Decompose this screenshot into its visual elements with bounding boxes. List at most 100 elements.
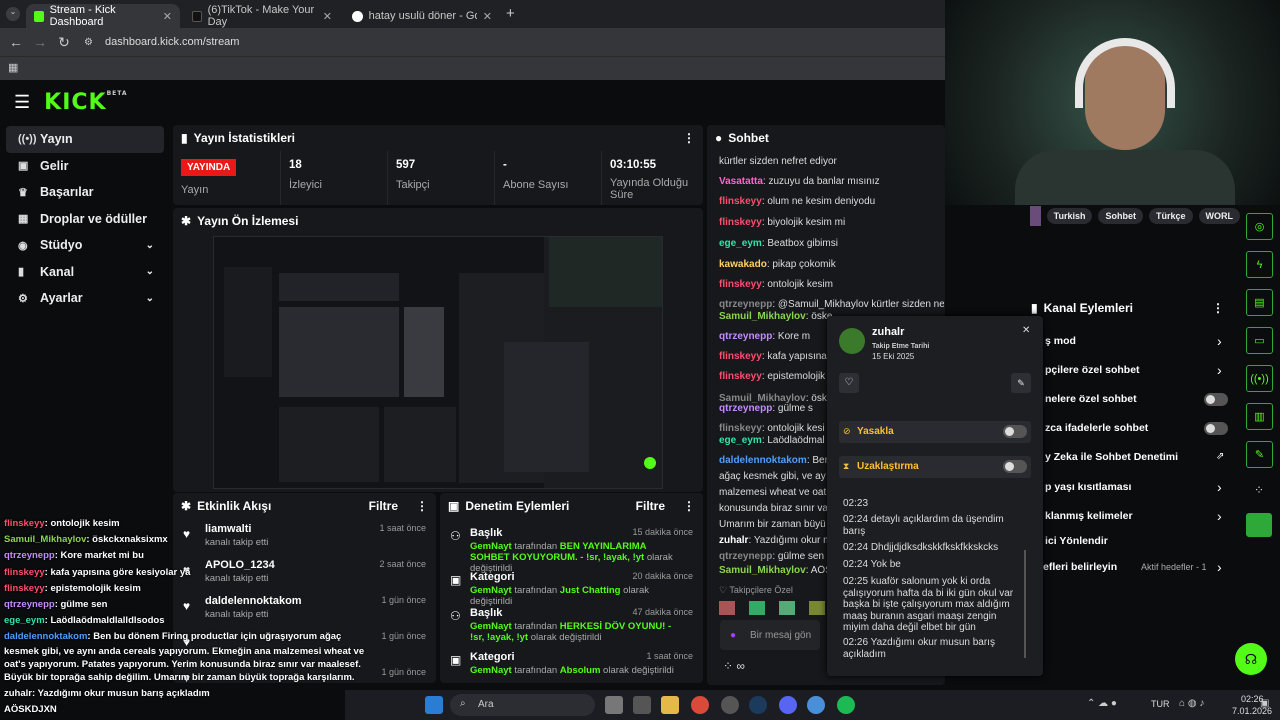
sidebar-item-4[interactable]: ◉ Stüdyo ⌄ <box>6 232 164 259</box>
app-icon[interactable] <box>1246 513 1272 537</box>
chevron-right-icon[interactable]: › <box>1217 508 1222 524</box>
chat-username[interactable]: zuhalr <box>719 535 748 546</box>
chat-username[interactable]: qtrzeynepp <box>719 551 772 562</box>
reload-icon[interactable]: ↻ <box>52 34 76 51</box>
channel-action-toggle[interactable] <box>1204 393 1228 406</box>
close-tab-icon[interactable]: ✕ <box>483 10 492 23</box>
emote-icon[interactable] <box>719 601 735 615</box>
broadcast-icon[interactable]: ((•)) <box>1246 365 1273 392</box>
channel-action-item[interactable]: efleri belirleyin <box>1043 561 1117 573</box>
timeout-toggle[interactable] <box>1003 460 1027 473</box>
notification-icon[interactable]: ▣ <box>1260 698 1269 709</box>
filter-button[interactable]: Filtre <box>636 499 665 513</box>
sidebar-item-2[interactable]: ♛ Başarılar <box>6 179 164 206</box>
apps-icon[interactable]: ▦ <box>8 61 18 74</box>
notes-icon[interactable]: ▤ <box>1246 289 1273 316</box>
tab-kick-dashboard[interactable]: Stream - Kick Dashboard ✕ <box>26 4 180 28</box>
channel-action-item[interactable]: klanmış kelimeler <box>1045 510 1133 522</box>
chevron-right-icon[interactable]: › <box>1217 333 1222 349</box>
chat-bubble-icon[interactable]: ▭ <box>1246 327 1273 354</box>
chevron-right-icon[interactable]: › <box>1217 479 1222 495</box>
mute-button[interactable]: ✎ <box>1011 373 1031 393</box>
discord-icon[interactable] <box>779 696 797 714</box>
category-thumbnail[interactable] <box>1030 206 1041 226</box>
emote-icon[interactable] <box>809 601 825 615</box>
filter-button[interactable]: Filtre <box>369 499 398 513</box>
favorite-button[interactable]: ♡ <box>839 373 859 393</box>
wrench-icon[interactable]: ✎ <box>1246 441 1273 468</box>
forward-icon[interactable]: → <box>28 34 52 50</box>
tag-chip[interactable]: Sohbet <box>1098 208 1143 224</box>
chat-username[interactable]: qtrzeynepp <box>719 299 772 310</box>
store-icon[interactable] <box>633 696 651 714</box>
chevron-down-icon[interactable]: ⌄ <box>146 293 154 304</box>
sidebar-item-5[interactable]: ▮ Kanal ⌄ <box>6 259 164 286</box>
chat-username[interactable]: qtrzeynepp <box>719 403 772 414</box>
obs-icon[interactable] <box>721 696 739 714</box>
emote-icon[interactable] <box>749 601 765 615</box>
tag-chip[interactable]: WORL <box>1198 208 1240 224</box>
close-tab-icon[interactable]: ✕ <box>323 10 332 23</box>
tab-google[interactable]: hatay usulü döner - Google'da ✕ <box>344 4 500 28</box>
channel-action-item[interactable]: nelere özel sohbet <box>1045 393 1137 405</box>
close-tab-icon[interactable]: ✕ <box>163 10 172 23</box>
more-options-icon[interactable]: ⋮ <box>683 131 695 145</box>
start-icon[interactable] <box>425 696 443 714</box>
chat-username[interactable]: flinskeyy <box>719 217 762 228</box>
emote-icon[interactable] <box>779 601 795 615</box>
close-icon[interactable]: ✕ <box>1022 325 1030 336</box>
stream-preview-video[interactable] <box>213 236 663 489</box>
menu-icon[interactable]: ☰ <box>14 92 30 113</box>
more-options-icon[interactable]: ⋮ <box>416 499 428 513</box>
channel-action-toggle[interactable] <box>1204 422 1228 435</box>
kick-logo[interactable]: KICKBETA <box>44 90 127 115</box>
support-button[interactable]: ☊ <box>1235 643 1267 675</box>
chat-username[interactable]: ege_eym <box>719 435 762 446</box>
sidebar-item-3[interactable]: ▦ Droplar ve ödüller <box>6 206 164 233</box>
taskbar-search[interactable]: ⌕ Ara <box>450 694 595 716</box>
chrome-icon[interactable] <box>807 696 825 714</box>
chat-username[interactable]: flinskeyy <box>719 423 762 434</box>
chat-username[interactable]: Samuil_Mikhaylov <box>719 565 806 576</box>
sidebar-item-1[interactable]: ▣ Gelir <box>6 153 164 180</box>
channel-action-item[interactable]: pçilere özel sohbet <box>1045 364 1140 376</box>
lightning-icon[interactable]: ϟ <box>1246 251 1273 278</box>
chat-username[interactable]: ege_eym <box>719 238 762 249</box>
mic-icon[interactable]: ● <box>730 630 736 641</box>
chat-username[interactable]: flinskeyy <box>719 196 762 207</box>
keyboard-language[interactable]: TUR <box>1151 699 1170 709</box>
network-volume-icons[interactable]: ⌂ ◍ ♪ <box>1179 698 1204 709</box>
chevron-right-icon[interactable]: › <box>1217 559 1222 575</box>
sidebar-item-0[interactable]: ((•)) Yayın <box>6 126 164 153</box>
chat-username[interactable]: qtrzeynepp <box>719 331 772 342</box>
scan-icon[interactable]: ◎ <box>1246 213 1273 240</box>
dots-cluster-icon[interactable]: ⁘ <box>1254 483 1264 497</box>
tag-chip[interactable]: Türkçe <box>1148 208 1193 224</box>
url-field[interactable]: dashboard.kick.com/stream <box>105 36 240 48</box>
new-tab-icon[interactable]: + <box>506 5 515 22</box>
chat-message-input[interactable]: ● Bir mesaj gön <box>720 620 820 650</box>
chat-username[interactable]: daldelennoktakom <box>719 455 807 466</box>
explorer-icon[interactable] <box>661 696 679 714</box>
taskview-icon[interactable] <box>605 696 623 714</box>
printer-icon[interactable]: ▥ <box>1246 403 1273 430</box>
sidebar-item-6[interactable]: ⚙ Ayarlar ⌄ <box>6 285 164 312</box>
chevron-down-icon[interactable]: ⌄ <box>146 240 154 251</box>
tab-list-icon[interactable]: ⌄ <box>6 7 20 21</box>
chevron-right-icon[interactable]: › <box>1217 362 1222 378</box>
chevron-down-icon[interactable]: ⌄ <box>146 266 154 277</box>
more-options-icon[interactable]: ⋮ <box>1212 301 1224 315</box>
spotify-icon[interactable] <box>837 696 855 714</box>
steam-icon[interactable] <box>749 696 767 714</box>
chat-username[interactable]: kawakado <box>719 259 767 270</box>
chat-username[interactable]: Vasatatta <box>719 176 763 187</box>
chat-username[interactable]: flinskeyy <box>719 279 762 290</box>
back-icon[interactable]: ← <box>4 34 28 50</box>
channel-action-item[interactable]: ici Yönlendir <box>1045 535 1108 547</box>
site-info-icon[interactable]: ⚙ <box>84 37 93 48</box>
channel-action-item[interactable]: ş mod <box>1045 335 1076 347</box>
more-options-icon[interactable]: ⋮ <box>683 499 695 513</box>
chrome-icon[interactable] <box>691 696 709 714</box>
chat-username[interactable]: Samuil_Mikhaylov <box>719 311 806 322</box>
tab-tiktok[interactable]: (6)TikTok - Make Your Day ✕ <box>184 4 340 28</box>
